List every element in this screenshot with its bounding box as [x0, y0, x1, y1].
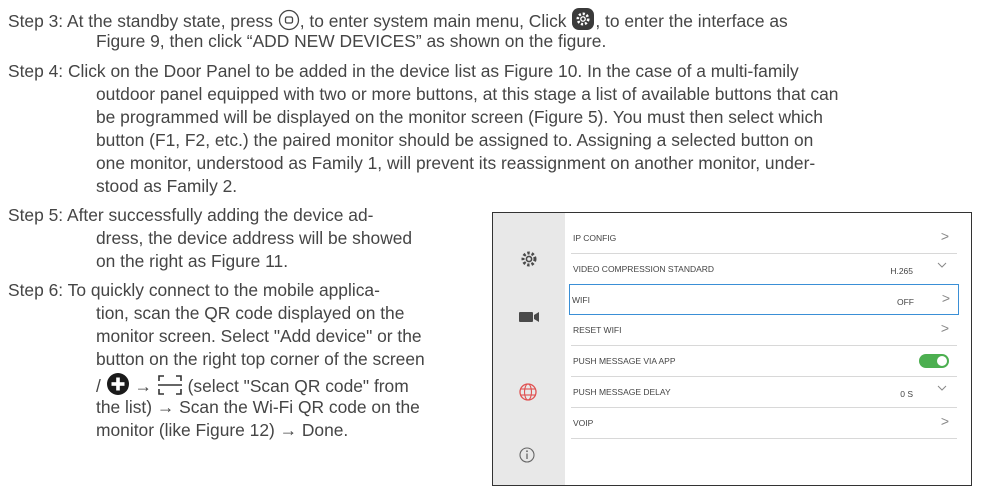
step3-text-b: , to enter system main menu, Click: [299, 11, 567, 31]
chevron-right-icon: >: [940, 228, 949, 244]
toggle-knob: [936, 355, 948, 367]
menu-row-voip[interactable]: VOIP >: [571, 408, 957, 439]
step4-line4: button (F1, F2, etc.) the paired monitor…: [96, 130, 814, 150]
chevron-right-icon: >: [940, 320, 949, 336]
step6-slash: /: [96, 376, 101, 396]
step6-line2: tion, scan the QR code displayed on the: [96, 303, 405, 323]
info-icon[interactable]: [517, 445, 537, 470]
menu-row-wifi[interactable]: WIFI OFF >: [569, 284, 959, 315]
gear-icon[interactable]: [517, 247, 541, 276]
step6-line1: Step 6: To quickly connect to the mobile…: [8, 280, 380, 300]
camera-icon[interactable]: [517, 309, 541, 330]
row-value: 0 S: [900, 389, 913, 399]
row-label: IP CONFIG: [573, 233, 617, 243]
row-label: WIFI: [572, 295, 590, 305]
step6-text-c: (select "Scan QR code" from: [187, 376, 409, 396]
globe-icon[interactable]: [517, 381, 539, 408]
step5-line2: dress, the device address will be showed: [96, 228, 413, 248]
step6-line6: the list) → Scan the Wi-Fi QR code on th…: [96, 397, 420, 417]
monitor-sidebar: [493, 213, 565, 485]
step5-line1: Step 5: After successfully adding the de…: [8, 205, 374, 225]
row-label: PUSH MESSAGE DELAY: [573, 387, 671, 397]
row-label: VOIP: [573, 418, 594, 428]
step3-line2: Figure 9, then click “ADD NEW DEVICES” a…: [96, 31, 607, 51]
step4-line5: one monitor, understood as Family 1, wil…: [96, 153, 816, 173]
step3-text-c: , to enter the interface as: [595, 11, 788, 31]
step4-line2: outdoor panel equipped with two or more …: [96, 84, 839, 104]
chevron-down-icon: [937, 261, 947, 271]
chevron-right-icon: >: [941, 290, 950, 306]
step4-line1: Step 4: Click on the Door Panel to be ad…: [8, 61, 799, 81]
chevron-right-icon: >: [940, 413, 949, 429]
menu-row-reset-wifi[interactable]: RESET WIFI >: [571, 315, 957, 346]
chevron-down-icon: [937, 384, 947, 394]
step4-line3: be programmed will be displayed on the m…: [96, 107, 823, 127]
menu-row-push-delay[interactable]: PUSH MESSAGE DELAY 0 S: [571, 377, 957, 408]
monitor-screen: IP CONFIG > VIDEO COMPRESSION STANDARD H…: [492, 212, 972, 486]
menu-row-ip-config[interactable]: IP CONFIG >: [571, 223, 957, 254]
push-toggle[interactable]: [919, 354, 949, 368]
row-value: H.265: [890, 266, 913, 276]
row-label: PUSH MESSAGE VIA APP: [573, 356, 676, 366]
step6-line3: monitor screen. Select "Add device" or t…: [96, 326, 422, 346]
row-value: OFF: [897, 297, 914, 307]
step6-arrow: →: [134, 376, 152, 396]
step5-line3: on the right as Figure 11.: [96, 251, 289, 271]
step6-line4: button on the right top corner of the sc…: [96, 349, 425, 369]
menu-row-video-compression[interactable]: VIDEO COMPRESSION STANDARD H.265: [571, 254, 957, 285]
row-label: VIDEO COMPRESSION STANDARD: [573, 264, 715, 274]
row-label: RESET WIFI: [573, 325, 622, 335]
step3-text-a: Step 3: At the standby state, press: [8, 11, 273, 31]
step6-line7: monitor (like Figure 12) → Done.: [96, 420, 349, 440]
menu-row-push-message-app[interactable]: PUSH MESSAGE VIA APP: [571, 346, 957, 377]
step4-line6: stood as Family 2.: [96, 176, 238, 196]
